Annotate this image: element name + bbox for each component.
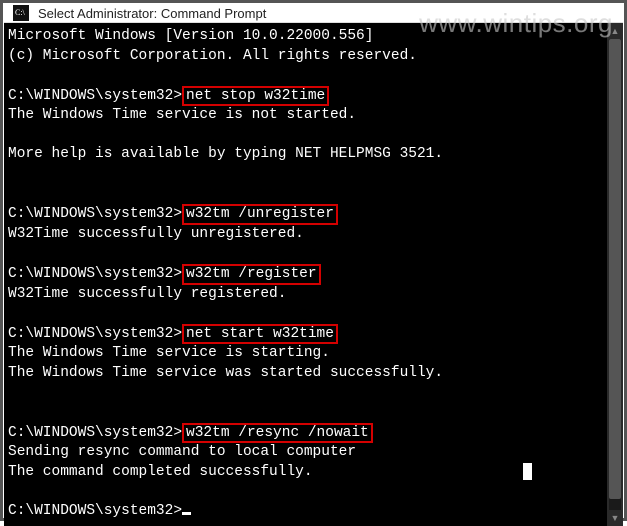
output-line: Microsoft Windows [Version 10.0.22000.55… bbox=[8, 27, 605, 47]
output-line: W32Time successfully registered. bbox=[8, 285, 605, 305]
highlight-cmd-2: w32tm /unregister bbox=[182, 204, 338, 225]
window-title: Select Administrator: Command Prompt bbox=[38, 6, 266, 21]
prompt: C:\WINDOWS\system32> bbox=[8, 503, 182, 519]
highlight-cmd-3: w32tm /register bbox=[182, 264, 321, 285]
titlebar[interactable]: C:\ Select Administrator: Command Prompt bbox=[4, 4, 623, 23]
output-line: The command completed successfully. bbox=[8, 464, 313, 480]
prompt: C:\WINDOWS\system32> bbox=[8, 326, 182, 342]
input-cursor bbox=[182, 512, 191, 515]
output-line: W32Time successfully unregistered. bbox=[8, 225, 605, 245]
prompt: C:\WINDOWS\system32> bbox=[8, 425, 182, 441]
highlight-cmd-5: w32tm /resync /nowait bbox=[182, 423, 373, 444]
output-line: Sending resync command to local computer bbox=[8, 443, 605, 463]
highlight-cmd-1: net stop w32time bbox=[182, 86, 329, 107]
prompt: C:\WINDOWS\system32> bbox=[8, 266, 182, 282]
scrollbar-thumb[interactable] bbox=[609, 39, 621, 499]
output-line: The Windows Time service is not started. bbox=[8, 106, 605, 126]
terminal-area: Microsoft Windows [Version 10.0.22000.55… bbox=[4, 23, 623, 526]
vertical-scrollbar[interactable]: ▲ ▼ bbox=[607, 23, 623, 526]
prompt: C:\WINDOWS\system32> bbox=[8, 88, 182, 104]
output-line: More help is available by typing NET HEL… bbox=[8, 145, 605, 165]
selection-cursor bbox=[523, 463, 532, 480]
output-line: The Windows Time service is starting. bbox=[8, 344, 605, 364]
cmd-icon: C:\ bbox=[12, 4, 30, 22]
prompt: C:\WINDOWS\system32> bbox=[8, 206, 182, 222]
terminal-output[interactable]: Microsoft Windows [Version 10.0.22000.55… bbox=[4, 23, 607, 526]
cmd-window: C:\ Select Administrator: Command Prompt… bbox=[4, 4, 623, 517]
scroll-down-arrow[interactable]: ▼ bbox=[607, 510, 623, 526]
output-line: The Windows Time service was started suc… bbox=[8, 364, 605, 384]
highlight-cmd-4: net start w32time bbox=[182, 324, 338, 345]
svg-text:C:\: C:\ bbox=[15, 8, 26, 17]
scroll-up-arrow[interactable]: ▲ bbox=[607, 23, 623, 39]
output-line: (c) Microsoft Corporation. All rights re… bbox=[8, 47, 605, 67]
